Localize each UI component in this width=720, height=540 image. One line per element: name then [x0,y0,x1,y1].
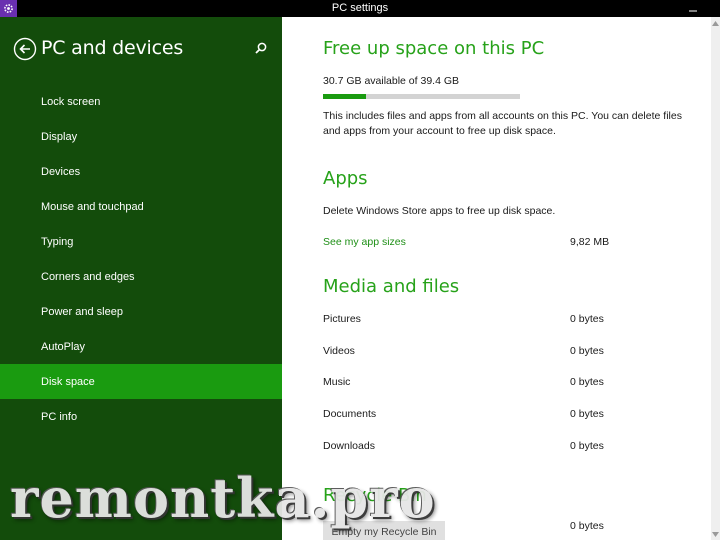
media-row-label: Documents [323,408,377,420]
sidebar-item-label: Devices [41,165,81,178]
media-files-heading: Media and files [323,276,460,297]
sidebar-item-devices[interactable]: Devices [0,154,282,189]
media-row-value: 0 bytes [570,408,604,420]
sidebar-item-display[interactable]: Display [0,119,282,154]
sidebar-item-pc-info[interactable]: PC info [0,399,282,434]
sidebar-item-label: Mouse and touchpad [41,200,144,213]
sidebar-nav: Lock screen Display Devices Mouse and to… [0,84,282,434]
sidebar-item-autoplay[interactable]: AutoPlay [0,329,282,364]
media-row-value: 0 bytes [570,345,604,357]
sidebar-item-label: Disk space [41,375,95,388]
window-title: PC settings [331,2,389,14]
sidebar-item-mouse-touchpad[interactable]: Mouse and touchpad [0,189,282,224]
see-app-sizes-link[interactable]: See my app sizes [323,236,406,248]
media-row-label: Pictures [323,313,361,325]
sidebar-item-power-sleep[interactable]: Power and sleep [0,294,282,329]
sidebar-item-lock-screen[interactable]: Lock screen [0,84,282,119]
media-row-value: 0 bytes [570,313,604,325]
media-row-label: Music [323,376,351,388]
title-bar: PC settings [0,0,720,17]
scrollbar[interactable] [711,17,720,540]
free-space-heading: Free up space on this PC [323,38,545,59]
sidebar-item-label: Typing [41,235,74,248]
page-title: PC and devices [41,37,184,59]
sidebar-item-label: PC info [41,410,78,423]
sidebar-item-label: Corners and edges [41,270,135,283]
free-space-description: This includes files and apps from all ac… [323,110,682,137]
media-row-value: 0 bytes [570,440,604,452]
sidebar-item-typing[interactable]: Typing [0,224,282,259]
recycle-bin-value: 0 bytes [570,520,604,532]
media-row-value: 0 bytes [570,376,604,388]
apps-description: Delete Windows Store apps to free up dis… [323,205,556,217]
apps-heading: Apps [323,168,368,189]
scroll-down-icon[interactable] [711,528,720,540]
sidebar-item-corners-edges[interactable]: Corners and edges [0,259,282,294]
search-icon[interactable] [254,41,268,55]
sidebar: PC and devices Lock screen Display Devic… [0,17,282,540]
storage-progress-bar [323,94,520,99]
sidebar-item-label: AutoPlay [41,340,86,353]
watermark-text: remontka.pro [10,466,436,530]
storage-status: 30.7 GB available of 39.4 GB [323,75,460,87]
sidebar-item-label: Display [41,130,78,143]
main-content: Free up space on this PC 30.7 GB availab… [282,17,720,540]
media-row-label: Downloads [323,440,375,452]
apps-size-value: 9,82 MB [570,236,610,248]
minimize-icon[interactable] [679,0,707,17]
media-row-label: Videos [323,345,355,357]
storage-progress-fill [323,94,367,99]
sidebar-item-label: Lock screen [41,95,101,108]
sidebar-item-disk-space[interactable]: Disk space [0,364,282,399]
scroll-up-icon[interactable] [711,17,720,29]
back-arrow-icon[interactable] [13,37,37,61]
sidebar-item-label: Power and sleep [41,305,123,318]
